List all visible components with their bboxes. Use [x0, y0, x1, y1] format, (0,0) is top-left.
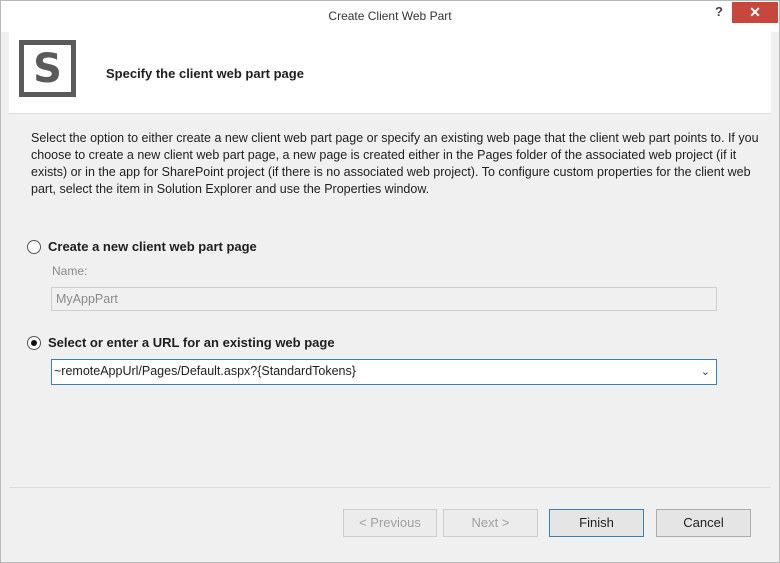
wizard-body: Select the option to either create a new… — [9, 115, 771, 487]
help-button[interactable]: ? — [708, 2, 730, 22]
create-new-label: Create a new client web part page — [48, 239, 257, 254]
window-title: Create Client Web Part — [328, 9, 452, 23]
previous-button[interactable]: < Previous — [343, 509, 437, 537]
existing-url-label: Select or enter a URL for an existing we… — [48, 335, 335, 350]
name-label: Name: — [52, 264, 88, 278]
finish-button[interactable]: Finish — [549, 509, 644, 537]
url-combobox[interactable]: ~remoteAppUrl/Pages/Default.aspx?{Standa… — [51, 359, 717, 385]
title-bar: Create Client Web Part ? ✕ — [1, 1, 779, 32]
url-value: ~remoteAppUrl/Pages/Default.aspx?{Standa… — [54, 364, 356, 378]
description-text: Select the option to either create a new… — [31, 131, 759, 196]
page-title: Specify the client web part page — [106, 66, 304, 81]
create-new-radio[interactable] — [27, 239, 41, 254]
cancel-button[interactable]: Cancel — [656, 509, 751, 537]
footer-separator — [9, 487, 771, 488]
chevron-down-icon[interactable]: ⌄ — [701, 365, 710, 378]
logo-letter: S — [33, 45, 62, 92]
option-create-new[interactable]: Create a new client web part page — [27, 239, 257, 254]
name-field: MyAppPart — [51, 287, 717, 311]
close-button[interactable]: ✕ — [732, 2, 778, 23]
next-button[interactable]: Next > — [443, 509, 538, 537]
wizard-header: S Specify the client web part page — [9, 32, 771, 114]
create-client-web-part-dialog: Create Client Web Part ? ✕ S Specify the… — [0, 0, 780, 563]
sharepoint-logo-icon: S — [19, 40, 76, 97]
close-icon: ✕ — [749, 4, 761, 20]
option-existing-url[interactable]: Select or enter a URL for an existing we… — [27, 335, 335, 350]
existing-url-radio[interactable] — [27, 335, 41, 350]
